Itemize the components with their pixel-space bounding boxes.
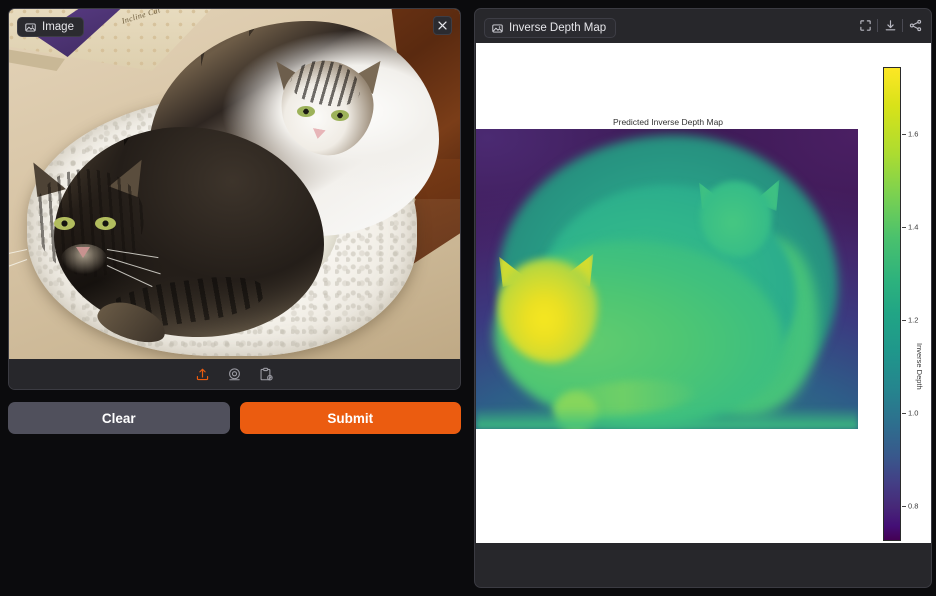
chart-title: Predicted Inverse Depth Map (612, 117, 724, 127)
webcam-icon[interactable] (227, 366, 243, 382)
back-cat-eye-left (297, 106, 315, 117)
paste-clipboard-icon[interactable] (259, 366, 275, 382)
upload-icon[interactable] (195, 366, 211, 382)
clear-button[interactable]: Clear (8, 402, 230, 434)
image-tab-chip[interactable]: Image (17, 17, 84, 37)
action-buttons: Clear Submit (8, 402, 461, 434)
image-tab-label: Image (42, 21, 74, 33)
front-cat-eye-right (95, 217, 116, 230)
colorbar-tick-label: 0.8 (908, 501, 919, 511)
output-toolbar (856, 16, 924, 34)
back-cat-eye-right (331, 110, 349, 121)
colorbar (883, 67, 901, 541)
input-image[interactable]: Incline Cat Image (9, 9, 460, 361)
close-icon (438, 21, 447, 30)
app-root: Incline Cat Image Clear Submit Inverse D… (0, 0, 936, 596)
download-icon[interactable] (881, 16, 899, 34)
colorbar-tick (902, 227, 906, 228)
image-icon (25, 22, 36, 33)
inverse-depth-map-panel: Inverse Depth Map Predicted Inverse Dept… (474, 8, 932, 588)
image-icon (492, 23, 503, 34)
toolbar-divider (902, 18, 903, 32)
close-image-button[interactable] (433, 16, 452, 35)
share-icon[interactable] (906, 16, 924, 34)
colorbar-tick (902, 413, 906, 414)
depth-map-figure[interactable]: Predicted Inverse Depth Map 1.6 1.4 1.2 … (476, 43, 931, 543)
image-input-panel: Incline Cat Image (8, 8, 461, 390)
cat-photo: Incline Cat (9, 9, 460, 361)
image-toolbar (9, 359, 460, 389)
left-column: Incline Cat Image Clear Submit (4, 4, 464, 592)
output-panel-header: Inverse Depth Map (475, 9, 931, 43)
colorbar-tick (902, 134, 906, 135)
colorbar-tick-label: 1.6 (908, 129, 919, 139)
colorbar-tick-label: 1.4 (908, 222, 919, 232)
colorbar-tick (902, 506, 906, 507)
colorbar-axis-label: Inverse Depth (915, 343, 924, 390)
colorbar-tick (902, 320, 906, 321)
colorbar-tick-label: 1.0 (908, 408, 919, 418)
submit-button[interactable]: Submit (239, 402, 461, 434)
depth-map-tab-label: Inverse Depth Map (509, 22, 607, 34)
fullscreen-icon[interactable] (856, 16, 874, 34)
depth-map-axes (476, 129, 858, 429)
front-cat-eye-left (54, 217, 75, 230)
depth-map-tab-chip[interactable]: Inverse Depth Map (484, 18, 617, 38)
colorbar-tick-label: 1.2 (908, 315, 919, 325)
depth-foreground-floor (476, 407, 858, 429)
toolbar-divider (877, 18, 878, 32)
